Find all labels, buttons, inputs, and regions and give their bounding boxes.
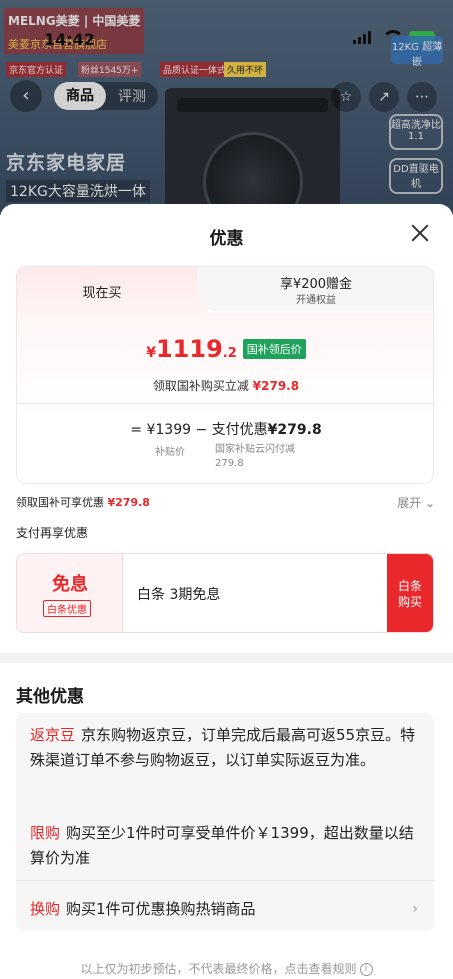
baitiao-left: 免息 白条优惠 [17, 554, 123, 632]
tab-plus-bonus[interactable]: 享¥200赠金 开通权益 [197, 267, 433, 311]
overlay-dim[interactable] [0, 0, 453, 215]
baitiao-free-label: 免息 [52, 574, 88, 595]
expand-label: 展开 [397, 496, 422, 510]
sheet-title: 优惠 [209, 229, 244, 249]
tab-buy-now[interactable]: 现在买 [17, 267, 207, 315]
subsidy-detail-line2: 279.8 [215, 458, 244, 469]
divider [17, 403, 433, 404]
tab-plus-subtitle: 开通权益 [296, 295, 336, 306]
pay-discount-title: 支付再享优惠 [16, 526, 89, 540]
discount-sheet: 优惠 现在买 享¥200赠金 开通权益 ¥ 1119 .2 国补领后价 领取国补… [0, 204, 453, 979]
other-discounts-title: 其他优惠 [16, 687, 84, 707]
baitiao-tag: 白条优惠 [43, 600, 91, 617]
gov-subsidy-text: 领取国补可享优惠 [16, 496, 104, 509]
item-tag: 换购 [30, 900, 61, 918]
tab-buy-label: 现在买 [82, 286, 122, 301]
subsidy-price-label: 补贴价 [155, 447, 185, 458]
baitiao-text: 白条 3期免息 [137, 587, 221, 603]
price-card: 现在买 享¥200赠金 开通权益 ¥ 1119 .2 国补领后价 领取国补购买立… [16, 266, 434, 484]
price-formula: = ¥1399 − 支付优惠¥279.8 [17, 419, 433, 439]
info-icon[interactable]: i [359, 963, 373, 976]
gov-subsidy-amount: ¥279.8 [107, 496, 150, 509]
item-text: 购买至少1件时可享受单件价￥1399，超出数量以结算价为准 [30, 824, 414, 867]
reduce-row: 领取国补购买立减 ¥279.8 [17, 377, 433, 394]
price-card-body: ¥ 1119 .2 国补领后价 领取国补购买立减 ¥279.8 = ¥1399 … [17, 313, 433, 483]
subsidy-detail-line1: 国家补贴云闪付减 [215, 444, 295, 455]
footer-text: 以上仅为初步预估，不代表最终价格，点击查看规则 [80, 962, 357, 976]
expand-button[interactable]: 展开 ⌄ [397, 494, 435, 511]
section-gap [0, 653, 453, 663]
formula-text: = ¥1399 − 支付优惠 [130, 422, 268, 438]
discount-item-limit: 限购 购买至少1件时可享受单件价￥1399，超出数量以结算价为准 [30, 821, 420, 871]
chevron-right-icon[interactable]: › [412, 901, 418, 917]
close-icon[interactable] [409, 222, 431, 244]
discount-item-exchange[interactable]: 换购 购买1件可优惠换购热销商品 [30, 897, 420, 922]
item-tag: 限购 [30, 824, 61, 842]
divider [16, 880, 434, 881]
baitiao-btn-line2: 购买 [397, 595, 422, 609]
baitiao-buy-button[interactable]: 白条 购买 [387, 554, 433, 632]
other-discounts-box: 返京豆 京东购物返京豆，订单完成后最高可返55京豆。特殊渠道订单不参与购物返豆，以… [16, 713, 434, 931]
baitiao-btn-line1: 白条 [397, 579, 422, 593]
reduce-text: 领取国补购买立减 [152, 379, 249, 393]
discount-item-jingdou: 返京豆 京东购物返京豆，订单完成后最高可返55京豆。特殊渠道订单不参与购物返豆，以… [30, 723, 420, 773]
final-price: ¥ 1119 .2 国补领后价 [17, 335, 433, 363]
gov-subsidy-row: 领取国补可享优惠 ¥279.8 [16, 494, 150, 510]
price-integer: 1119 [155, 335, 223, 363]
baitiao-card[interactable]: 免息 白条优惠 白条 3期免息 白条 购买 [16, 553, 434, 633]
price-tabs: 现在买 享¥200赠金 开通权益 [17, 267, 433, 315]
chevron-down-icon: ⌄ [424, 496, 435, 510]
price-symbol: ¥ [146, 345, 156, 361]
subsidy-detail: 国家补贴云闪付减 279.8 [215, 443, 295, 471]
reduce-amount: ¥279.8 [252, 379, 300, 393]
formula-amount: ¥279.8 [267, 422, 322, 438]
page: MELNG美菱 | 中国美菱 美菱京东自营旗舰店 14:42 12KG 超薄嵌 … [0, 0, 453, 979]
item-text: 京东购物返京豆，订单完成后最高可返55京豆。特殊渠道订单不参与购物返豆，以订单实… [30, 726, 416, 769]
item-text: 购买1件可优惠换购热销商品 [66, 900, 256, 918]
price-decimal: .2 [222, 346, 237, 361]
tab-plus-title: 享¥200赠金 [279, 277, 353, 292]
item-tag: 返京豆 [30, 726, 76, 744]
footer-note[interactable]: 以上仅为初步预估，不代表最终价格，点击查看规则 i [0, 960, 453, 977]
price-badge: 国补领后价 [242, 339, 306, 359]
